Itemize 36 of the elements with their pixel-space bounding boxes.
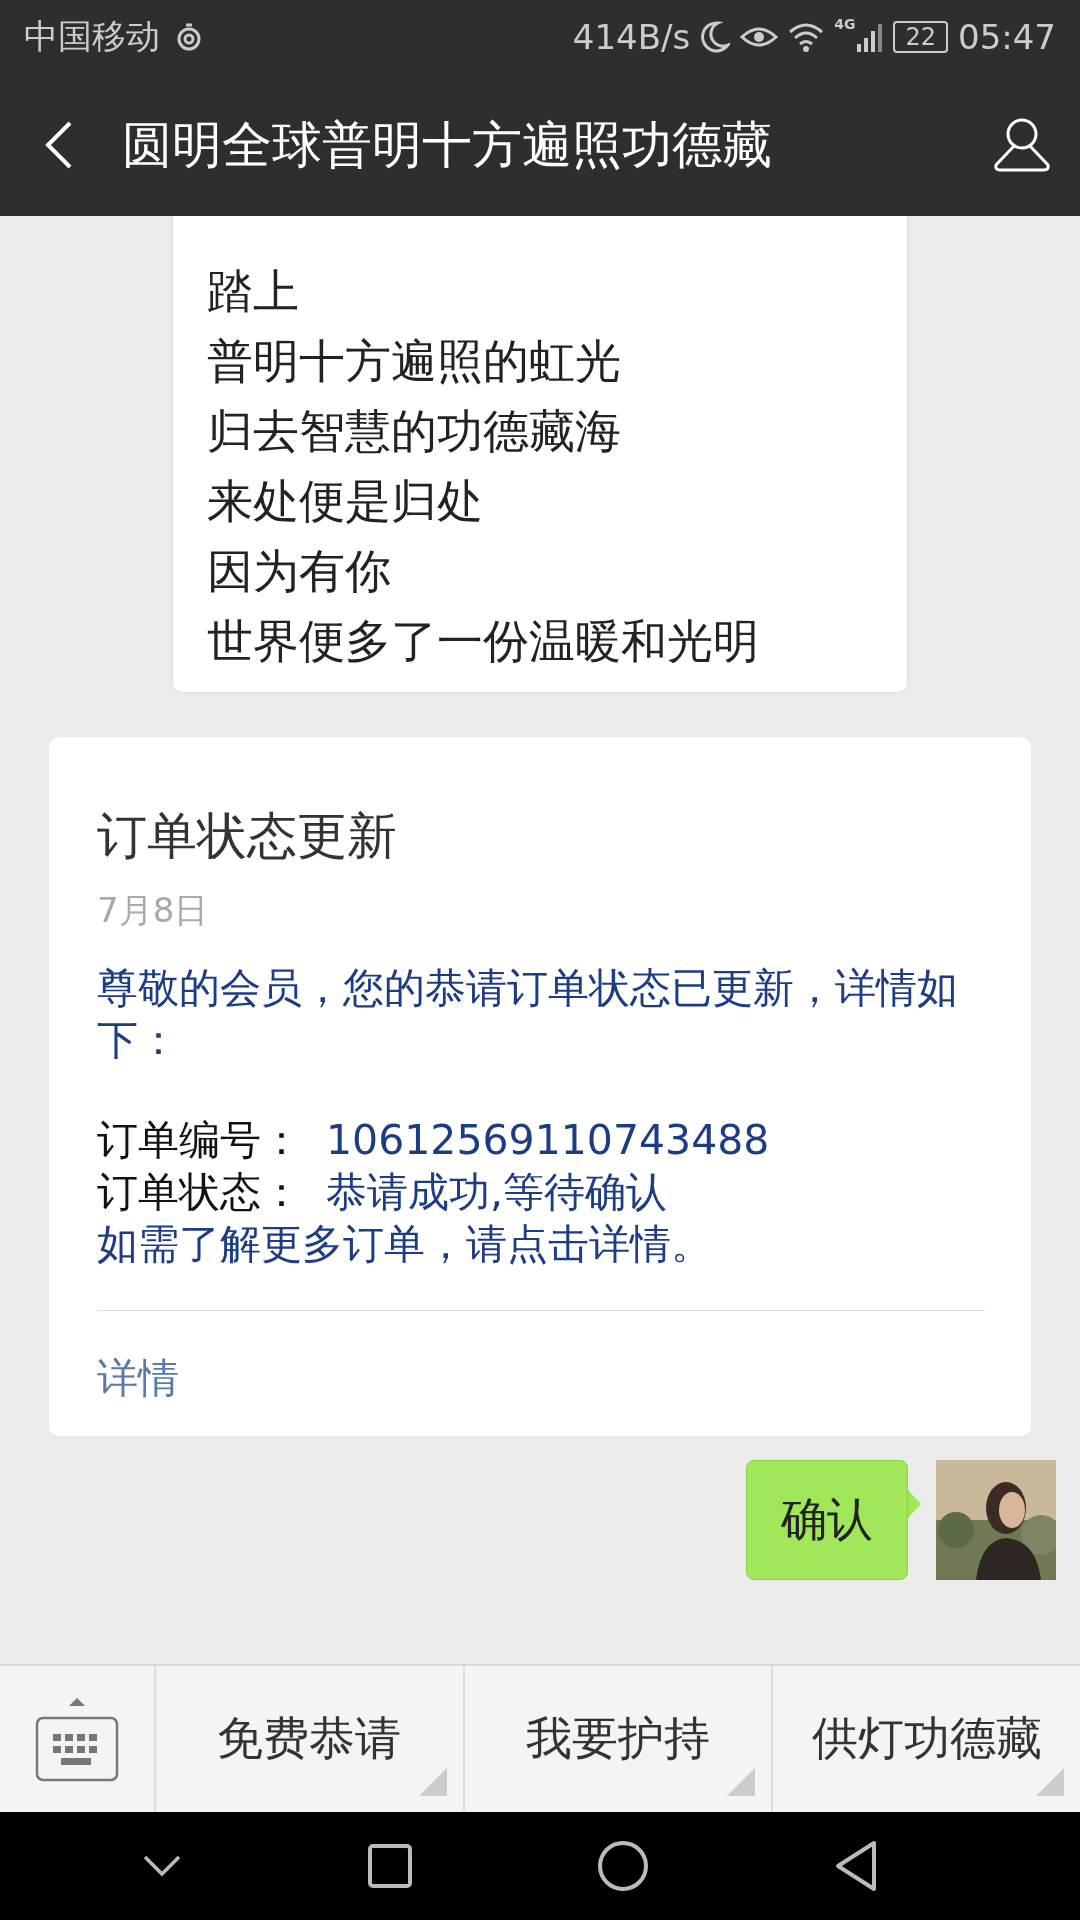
field-value: 恭请成功,等待确认	[326, 1167, 668, 1218]
card-date: 7月8日	[97, 889, 210, 932]
corner-triangle-icon	[418, 1768, 447, 1796]
signal-icon	[857, 22, 884, 52]
field-label: 订单状态：	[97, 1167, 302, 1218]
corner-triangle-icon	[1036, 1768, 1064, 1796]
menu-button[interactable]: 供灯功德藏	[773, 1666, 1080, 1812]
network-speed: 414B/s	[572, 17, 691, 57]
field-label: 订单编号：	[97, 1115, 302, 1166]
message-line: 世界便多了一份温暖和光明	[207, 613, 760, 670]
field-value: 10612569110743488	[326, 1115, 770, 1166]
message-text: 确认	[781, 1491, 873, 1548]
message-line: 因为有你	[207, 543, 392, 600]
message-line: 普明十方遍照的虹光	[207, 333, 622, 390]
card-intro: 尊敬的会员，您的恭请订单状态已更新，详情如下：	[97, 963, 959, 1066]
moon-icon	[700, 21, 731, 53]
circle-icon[interactable]	[597, 1840, 650, 1892]
chevron-down-icon[interactable]	[142, 1854, 183, 1878]
card-title: 订单状态更新	[97, 806, 398, 867]
person-icon[interactable]	[992, 117, 1052, 173]
message-card[interactable]: 订单状态更新 7月8日 尊敬的会员，您的恭请订单状态已更新，详情如下： 订单编号： 10612569110743488 订单状态： 恭请成功,等待确认 如需了解更多订单，请点击详情。 详情	[49, 737, 1031, 1436]
chat-title: 圆明全球普明十方遍照功德藏	[122, 114, 773, 176]
triangle-back-icon[interactable]	[833, 1840, 878, 1892]
message-line: 来处便是归处	[207, 473, 484, 530]
message-line: 踏上	[207, 263, 300, 320]
wifi-icon	[788, 22, 825, 52]
corner-triangle-icon	[727, 1768, 756, 1796]
square-icon[interactable]	[366, 1843, 413, 1889]
details-link[interactable]: 详情	[97, 1351, 179, 1406]
battery-indicator: 22	[893, 21, 948, 53]
carrier-name: 中国移动	[24, 15, 160, 58]
network-type: 4G	[834, 16, 856, 32]
clock: 05:47	[958, 17, 1056, 57]
message-line: 归去智慧的功德藏海	[207, 403, 622, 460]
back-icon[interactable]	[44, 120, 74, 170]
card-note: 如需了解更多订单，请点击详情。	[97, 1219, 713, 1270]
